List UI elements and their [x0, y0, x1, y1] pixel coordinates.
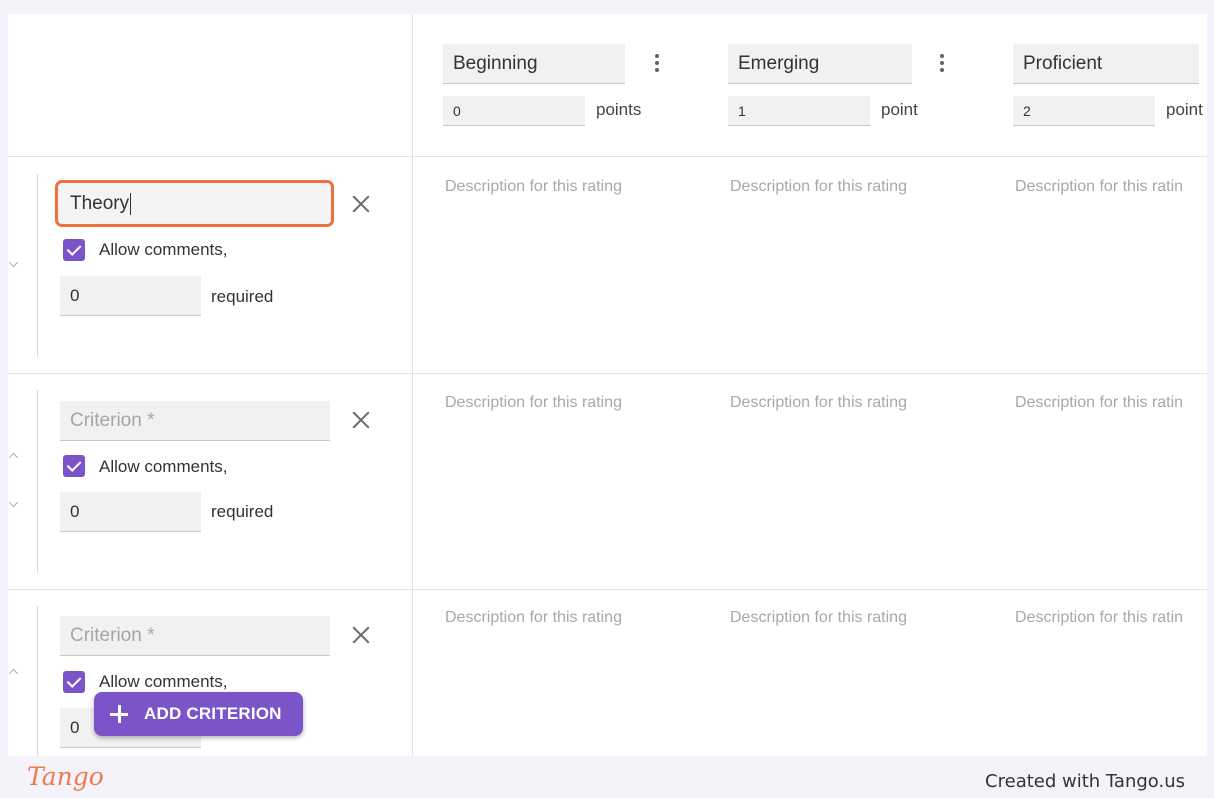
- column-divider: [412, 14, 413, 756]
- required-label: required: [211, 502, 274, 521]
- move-up-icon[interactable]: [9, 669, 18, 678]
- points-unit-label: points: [596, 100, 642, 119]
- row-divider: [8, 373, 1207, 374]
- level-title-input[interactable]: Beginning: [443, 44, 625, 84]
- level-points-input[interactable]: 2: [1013, 96, 1155, 126]
- add-criterion-label: ADD CRITERION: [144, 704, 282, 723]
- criterion-input[interactable]: Theory: [55, 180, 334, 227]
- allow-comments-label: Allow comments,: [99, 240, 228, 259]
- rubric-editor: Beginning 0 points Emerging 1 point Prof…: [8, 6, 1207, 756]
- rating-description-input[interactable]: Description for this ratin: [1015, 394, 1183, 412]
- level-title-input[interactable]: Proficient: [1013, 44, 1199, 84]
- rating-description-input[interactable]: Description for this rating: [730, 609, 907, 627]
- rating-description-input[interactable]: Description for this rating: [445, 394, 622, 412]
- points-unit-label: point: [881, 100, 918, 119]
- rating-description-input[interactable]: Description for this rating: [445, 609, 622, 627]
- allow-comments-checkbox[interactable]: [63, 455, 85, 477]
- rating-description-input[interactable]: Description for this rating: [730, 178, 907, 196]
- rating-description-input[interactable]: Description for this ratin: [1015, 178, 1183, 196]
- row-divider: [8, 156, 1207, 157]
- required-label: required: [211, 287, 274, 306]
- level-points-input[interactable]: 0: [443, 96, 585, 126]
- move-down-icon[interactable]: [9, 258, 18, 267]
- allow-comments-label: Allow comments,: [99, 457, 228, 476]
- close-icon[interactable]: [350, 624, 372, 646]
- close-icon[interactable]: [350, 409, 372, 431]
- allow-comments-checkbox[interactable]: [63, 671, 85, 693]
- footer-bar: Tango Created with Tango.us: [0, 756, 1214, 798]
- move-up-icon[interactable]: [9, 453, 18, 462]
- points-unit-label: point: [1166, 100, 1203, 119]
- required-comments-input[interactable]: 0: [60, 276, 201, 316]
- more-vert-icon[interactable]: [653, 52, 661, 76]
- tango-logo: Tango: [27, 762, 104, 791]
- move-down-icon[interactable]: [9, 498, 18, 507]
- level-points-input[interactable]: 1: [728, 96, 870, 126]
- plus-icon: [110, 705, 128, 723]
- more-vert-icon[interactable]: [938, 52, 946, 76]
- allow-comments-checkbox[interactable]: [63, 239, 85, 261]
- row-divider: [8, 589, 1207, 590]
- close-icon[interactable]: [350, 193, 372, 215]
- rating-description-input[interactable]: Description for this ratin: [1015, 609, 1183, 627]
- text-caret: [130, 192, 132, 215]
- add-criterion-button[interactable]: ADD CRITERION: [94, 692, 303, 736]
- rating-description-input[interactable]: Description for this rating: [445, 178, 622, 196]
- rating-description-input[interactable]: Description for this rating: [730, 394, 907, 412]
- level-title-input[interactable]: Emerging: [728, 44, 912, 84]
- criterion-input[interactable]: Criterion *: [60, 401, 330, 441]
- allow-comments-label: Allow comments,: [99, 672, 228, 691]
- created-with-credit: Created with Tango.us: [985, 771, 1185, 792]
- criterion-input[interactable]: Criterion *: [60, 616, 330, 656]
- required-comments-input[interactable]: 0: [60, 492, 201, 532]
